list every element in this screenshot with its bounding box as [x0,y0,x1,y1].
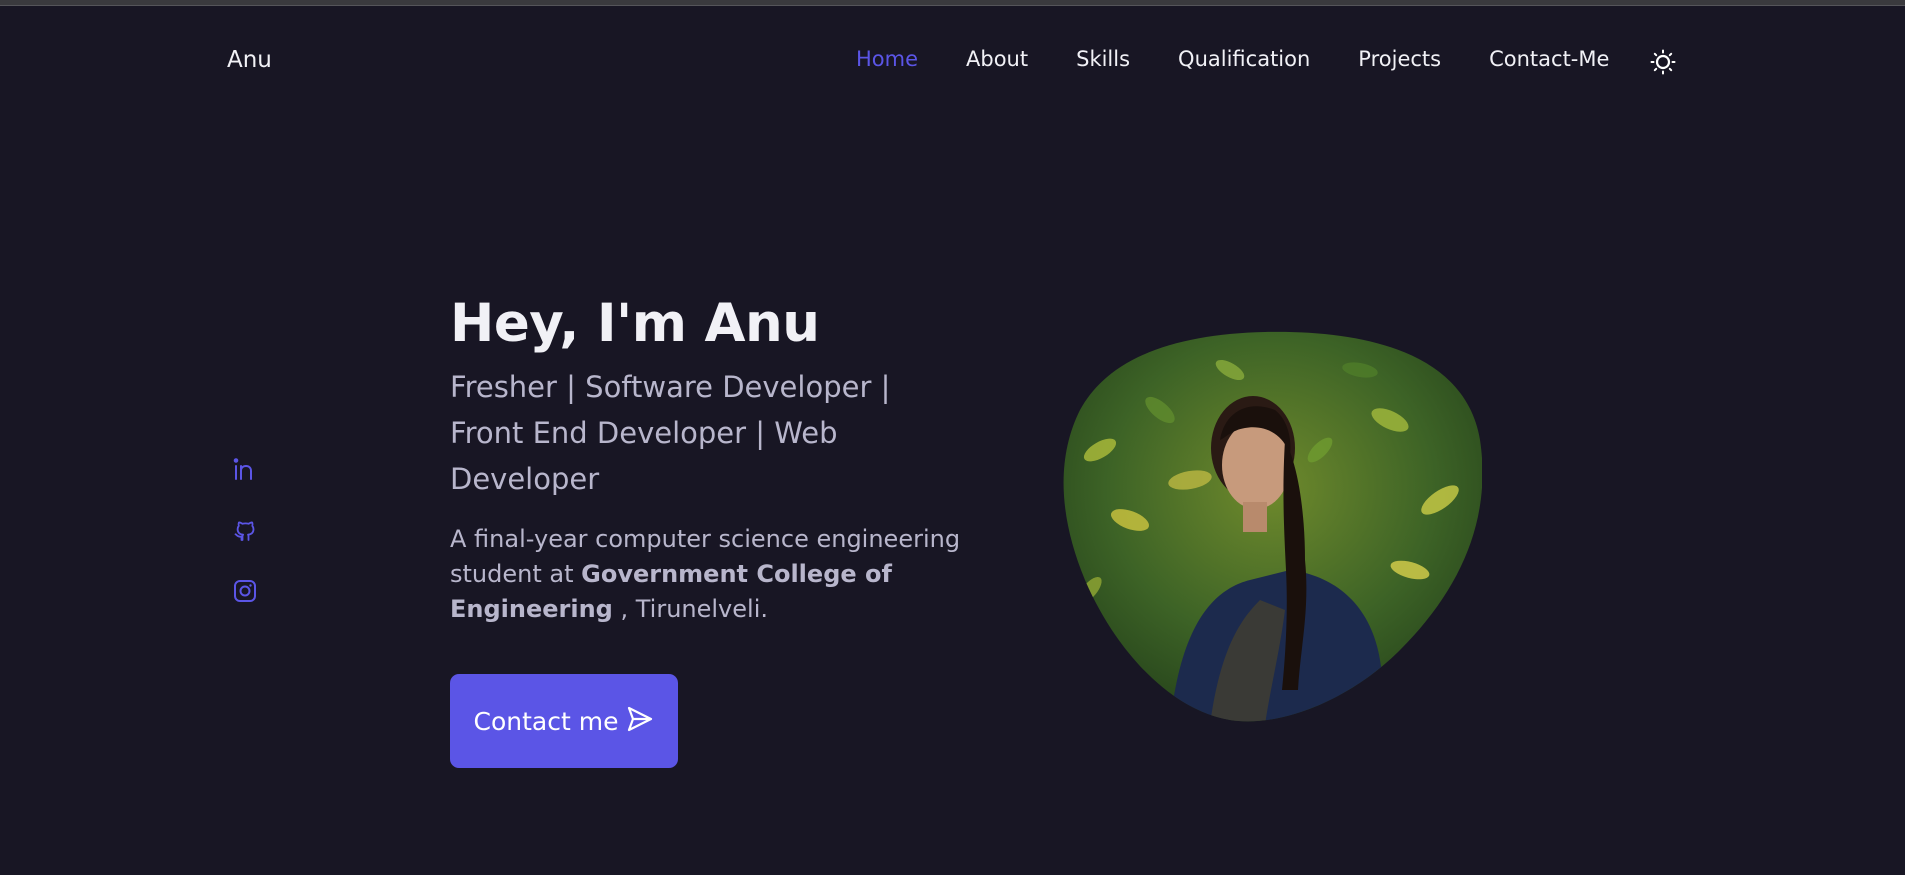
nav-contact-me[interactable]: Contact-Me [1489,47,1609,71]
linkedin-icon[interactable] [232,456,258,482]
nav-qualification[interactable]: Qualification [1178,47,1310,71]
site-header: Anu Home About Skills Qualification Proj… [0,5,1905,115]
nav-home[interactable]: Home [856,47,918,71]
description-end: , Tirunelveli. [612,595,768,623]
nav-about[interactable]: About [966,47,1028,71]
profile-photo [1060,330,1482,725]
send-icon [626,705,654,737]
sun-icon[interactable] [1650,49,1676,75]
instagram-icon[interactable] [232,578,258,604]
hero-text: Hey, I'm Anu Fresher | Software Develope… [450,288,990,627]
hero-subtitle: Fresher | Software Developer | Front End… [450,370,891,496]
nav-projects[interactable]: Projects [1358,47,1441,71]
site-logo[interactable]: Anu [227,47,272,73]
contact-me-label: Contact me [473,706,619,736]
nav-skills[interactable]: Skills [1076,47,1130,71]
main-nav: Home About Skills Qualification Projects… [856,47,1657,71]
hero-title: Hey, I'm Anu [450,293,820,354]
github-icon[interactable] [232,517,258,543]
social-links [232,456,258,639]
contact-me-button[interactable]: Contact me [450,674,678,768]
hero-description: A final-year computer science engineerin… [450,522,990,627]
